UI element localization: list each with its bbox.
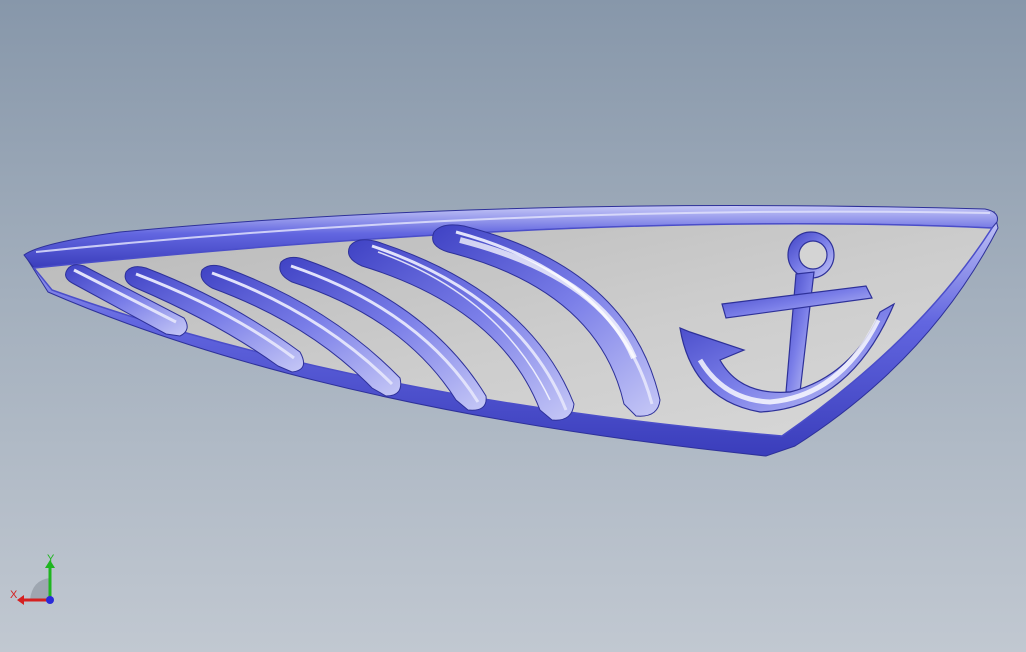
z-axis-dot (46, 596, 54, 604)
y-axis-label: Y (47, 553, 55, 565)
coordinate-triad: Y X (10, 553, 55, 605)
3d-model-view[interactable] (0, 0, 1026, 652)
x-axis-label: X (10, 589, 18, 601)
graphics-viewport[interactable]: Y X (0, 0, 1026, 652)
triad-plane-shading (30, 578, 50, 600)
